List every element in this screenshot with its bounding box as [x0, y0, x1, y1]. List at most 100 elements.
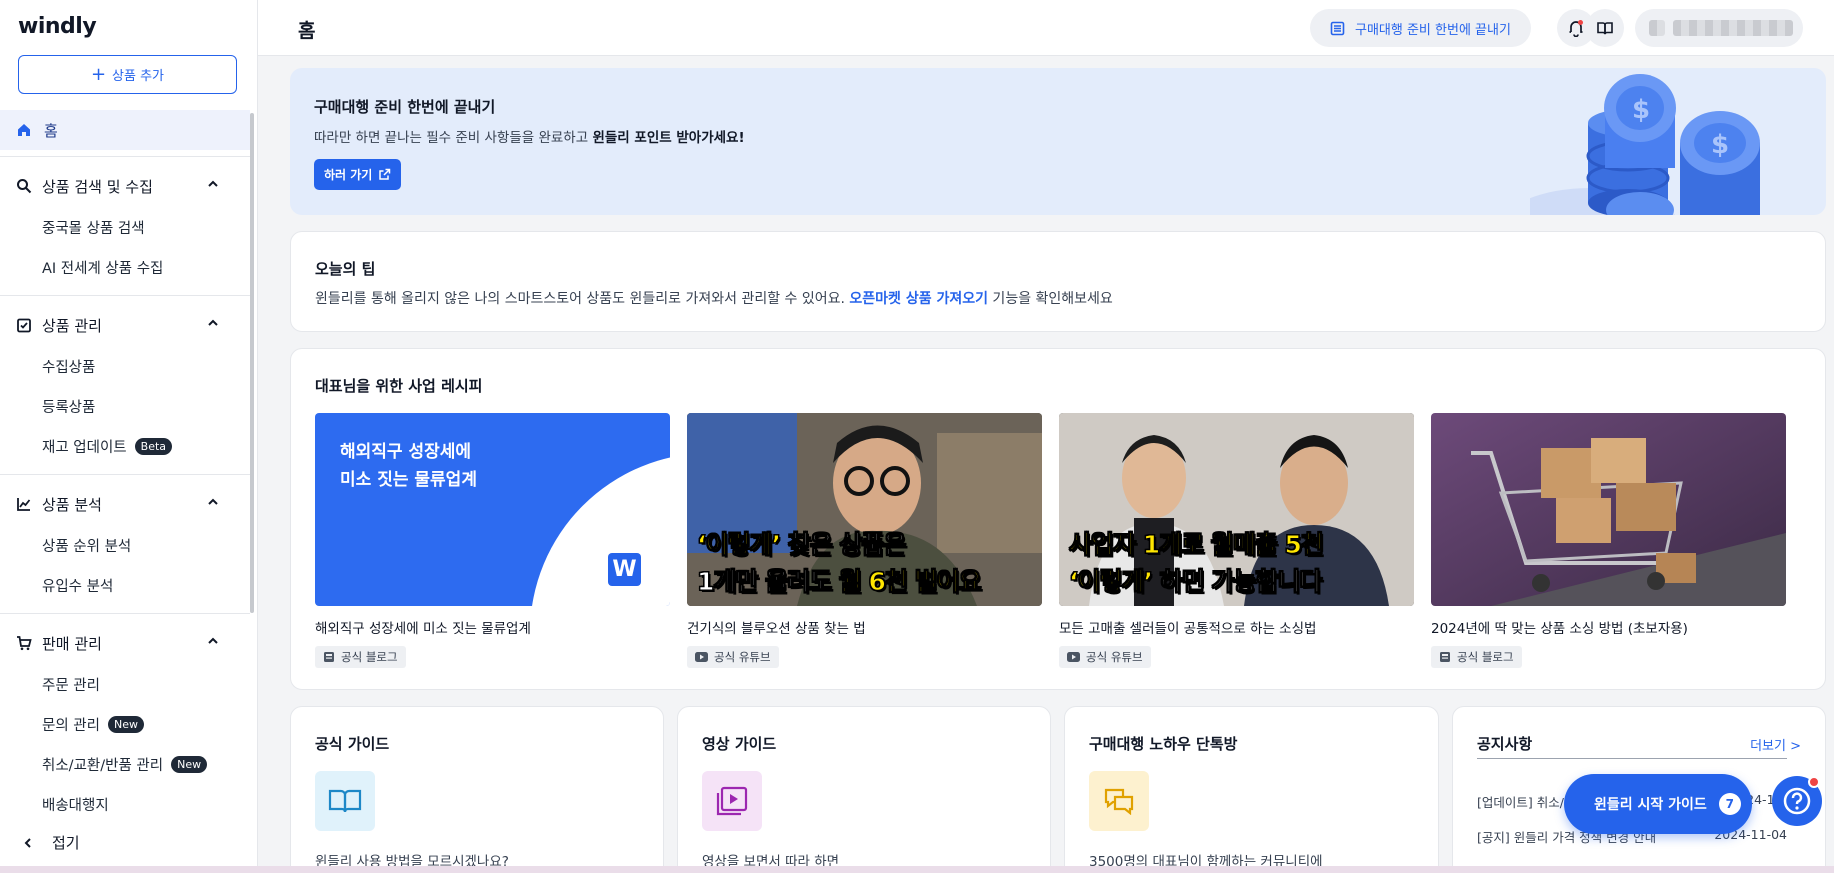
thumbnail-line: 미소 짓는 물류업계 [340, 470, 477, 490]
svg-text:$: $ [1632, 95, 1650, 125]
sidebar-section-sales-management[interactable]: 판매 관리 [0, 625, 250, 661]
add-product-label: 상품 추가 [112, 69, 165, 84]
recipe-card[interactable]: 해외직구 성장세에 미소 짓는 물류업계 W 해외직구 성장세에 미소 짓는 물류… [315, 413, 670, 668]
sidebar-item-registered-products[interactable]: 등록상품 [42, 396, 95, 417]
sidebar-item-label: 배송대행지 [42, 798, 109, 814]
sidebar-section-product-analysis[interactable]: 상품 분석 [0, 486, 250, 522]
source-tag-label: 공식 블로그 [1457, 650, 1514, 664]
manual-button[interactable] [1586, 9, 1624, 47]
official-guide-card[interactable]: 공식 가이드 윈들리 사용 방법을 모르시겠나요? [290, 706, 664, 873]
sidebar-item-label: 상품 순위 분석 [42, 539, 132, 555]
recipe-thumbnail [1431, 413, 1786, 606]
source-tag: 공식 유튜브 [1059, 646, 1151, 668]
sidebar-item-traffic-analysis[interactable]: 유입수 분석 [42, 575, 113, 596]
add-product-button[interactable]: + 상품 추가 [18, 55, 237, 94]
help-notification-dot [1808, 776, 1820, 788]
sidebar-section-product-search[interactable]: 상품 검색 및 수집 [0, 168, 250, 204]
question-icon [1783, 787, 1811, 815]
sidebar-item-china-mall-search[interactable]: 중국몰 상품 검색 [42, 217, 145, 238]
caption-text: 하면 가능합니다 [1152, 567, 1323, 597]
banner-desc-text: 따라만 하면 끝나는 필수 준비 사항들을 완료하고 [314, 130, 593, 146]
import-products-link[interactable]: 오픈마켓 상품 가져오기 [849, 291, 988, 307]
card-title: 공식 가이드 [315, 735, 390, 753]
sidebar-item-label: 재고 업데이트 [42, 440, 127, 456]
svg-text:$: $ [1711, 130, 1729, 160]
video-guide-card[interactable]: 영상 가이드 영상을 보면서 따라 하면 [677, 706, 1051, 873]
divider [0, 156, 250, 157]
chevron-up-icon[interactable] [206, 634, 220, 648]
chevron-up-icon[interactable] [206, 177, 220, 191]
chevron-up-icon[interactable] [206, 316, 220, 330]
thumbnail-caption: 사업자 1개로 월매출 5천 [1069, 525, 1406, 561]
sidebar-scrollbar[interactable] [250, 113, 254, 613]
sidebar-item-label: AI 전세계 상품 수집 [42, 261, 164, 277]
bell-icon [1569, 20, 1583, 37]
recipe-card[interactable]: ‘이렇게’ 찾은 상품은 1개만 올려도 월 6천 벌어요 건기식의 블루오션 … [687, 413, 1042, 668]
thumbnail-curve [530, 453, 670, 606]
sidebar-item-order-management[interactable]: 주문 관리 [42, 674, 100, 695]
sidebar-section-label: 상품 검색 및 수집 [42, 177, 153, 196]
tip-title: 오늘의 팁 [315, 260, 376, 278]
sidebar-item-inquiry-management[interactable]: 문의 관리 New [42, 714, 144, 735]
sidebar-section-label: 상품 관리 [42, 316, 102, 335]
community-chat-card[interactable]: 구매대행 노하우 단톡방 3500명의 대표님이 함께하는 커뮤니티에 [1064, 706, 1439, 873]
go-do-button[interactable]: 하러 가기 [314, 159, 402, 190]
caption-text: 찾은 상품은 [780, 530, 907, 560]
recipe-thumbnail: 해외직구 성장세에 미소 짓는 물류업계 W [315, 413, 670, 606]
recipe-card[interactable]: 사업자 1개로 월매출 5천 ‘이렇게’ 하면 가능합니다 모든 고매출 셀러들… [1059, 413, 1414, 668]
sidebar-item-ai-global-collect[interactable]: AI 전세계 상품 수집 [42, 257, 163, 278]
chevron-up-icon[interactable] [206, 495, 220, 509]
caption-text: 1개만 올려도 [697, 567, 839, 597]
home-icon [18, 124, 30, 136]
recipe-title: 2024년에 딱 맞는 상품 소싱 방법 (초보자용) [1431, 621, 1688, 637]
more-notices-link[interactable]: 더보기 > [1750, 735, 1801, 754]
banner-desc-bold: 윈들리 포인트 받아가세요! [592, 130, 745, 146]
recipe-card[interactable]: 2024년에 딱 맞는 상품 소싱 방법 (초보자용) 공식 블로그 [1431, 413, 1786, 668]
divider [0, 613, 250, 614]
sidebar-item-label: 취소/교환/반품 관리 [42, 758, 164, 774]
youtube-icon [695, 652, 708, 662]
user-account-button[interactable] [1635, 9, 1803, 47]
new-badge: New [107, 716, 144, 733]
sidebar-item-shipping-agent[interactable]: 배송대행지 [42, 794, 109, 815]
caption-highlight: ‘이렇게’ [697, 530, 782, 560]
thumbnail-caption: ‘이렇게’ 찾은 상품은 [697, 525, 1034, 561]
sidebar: windly + 상품 추가 홈 상품 검색 및 수집 중국몰 상품 검색 AI… [0, 0, 258, 873]
start-guide-count-badge: 7 [1718, 793, 1741, 815]
blog-icon [324, 652, 334, 662]
thumbnail-line: 해외직구 성장세에 [340, 442, 472, 462]
book-icon [315, 771, 375, 831]
tip-text: 윈들리를 통해 올리지 않은 나의 스마트스토어 상품도 윈들리로 가져와서 관… [315, 288, 1113, 308]
sidebar-section-label: 판매 관리 [42, 634, 102, 653]
business-recipes-card: 대표님을 위한 사업 레시피 해외직구 성장세에 미소 짓는 물류업계 W 해외직… [290, 348, 1826, 690]
collapse-label: 접기 [52, 834, 80, 852]
card-title: 구매대행 노하우 단톡방 [1089, 735, 1238, 753]
banner-description: 따라만 하면 끝나는 필수 준비 사항들을 완료하고 윈들리 포인트 받아가세요… [314, 126, 745, 146]
source-tag: 공식 블로그 [1431, 646, 1522, 668]
start-guide-button[interactable]: 윈들리 시작 가이드 7 [1564, 774, 1752, 834]
card-title: 영상 가이드 [702, 735, 777, 753]
prep-guide-button[interactable]: 구매대행 준비 한번에 끝내기 [1310, 9, 1531, 47]
sidebar-section-label: 상품 분석 [42, 495, 102, 514]
sidebar-collapse-button[interactable]: 접기 [22, 832, 80, 853]
thumbnail-caption: 1개만 올려도 월 6천 벌어요 [697, 562, 1034, 598]
coins-illustration: $ $ [1530, 74, 1760, 215]
source-tag: 공식 블로그 [315, 646, 406, 668]
sidebar-item-label: 유입수 분석 [42, 579, 114, 595]
open-book-icon [1597, 22, 1613, 35]
sidebar-item-home[interactable]: 홈 [0, 110, 250, 150]
recipes-title: 대표님을 위한 사업 레시피 [315, 377, 483, 395]
thumbnail-caption: ‘이렇게’ 하면 가능합니다 [1069, 562, 1406, 598]
cart-icon [17, 636, 32, 651]
sidebar-item-stock-update[interactable]: 재고 업데이트 Beta [42, 436, 173, 457]
sidebar-section-product-management[interactable]: 상품 관리 [0, 307, 250, 343]
plus-icon: + [90, 63, 107, 85]
sidebar-item-rank-analysis[interactable]: 상품 순위 분석 [42, 535, 131, 556]
sidebar-item-collected-products[interactable]: 수집상품 [42, 356, 95, 377]
sidebar-item-label: 중국몰 상품 검색 [42, 221, 145, 237]
sidebar-item-cancel-return-management[interactable]: 취소/교환/반품 관리 New [42, 754, 208, 775]
recipe-title: 해외직구 성장세에 미소 짓는 물류업계 [315, 621, 531, 637]
windly-logo[interactable]: windly [18, 14, 97, 39]
bottom-strip [0, 866, 1834, 873]
search-icon [17, 179, 32, 194]
